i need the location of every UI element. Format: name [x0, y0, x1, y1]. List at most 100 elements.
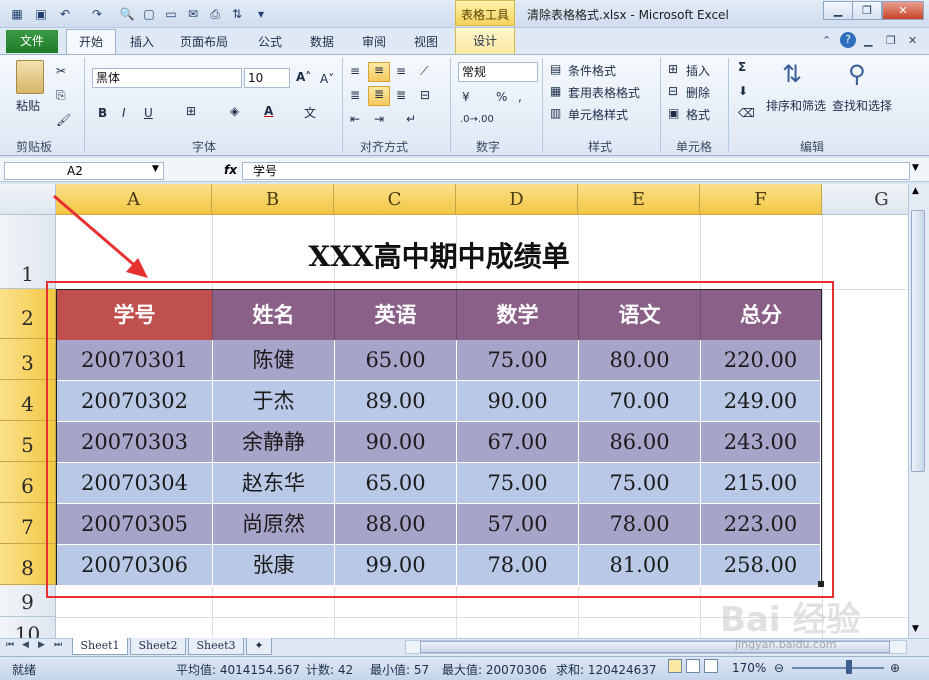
formula-input[interactable]: 学号	[242, 162, 910, 180]
decrease-indent-icon[interactable]: ⇤	[350, 112, 360, 126]
align-right-icon[interactable]: ≣	[396, 88, 406, 102]
align-center-icon[interactable]: ≣	[368, 86, 390, 106]
sheet-title-cell[interactable]: XXX高中期中成绩单	[56, 215, 822, 289]
format-cells-button[interactable]: 格式	[686, 106, 710, 123]
delete-cells-button[interactable]: 删除	[686, 84, 710, 101]
new-file-icon[interactable]: ▢	[140, 5, 158, 23]
vertical-scroll-thumb[interactable]	[911, 210, 925, 472]
fill-icon[interactable]: ⬇	[738, 84, 748, 98]
mail-icon[interactable]: ✉	[184, 5, 202, 23]
normal-view-icon[interactable]	[668, 659, 682, 673]
increase-decimal-icon[interactable]: .0→.00	[460, 114, 494, 125]
page-break-view-icon[interactable]	[704, 659, 718, 673]
minimize-ribbon-icon[interactable]: ⌃	[822, 34, 831, 47]
insert-function-icon[interactable]: fx	[224, 163, 237, 177]
page-layout-view-icon[interactable]	[686, 659, 700, 673]
expand-formula-icon[interactable]: ▼	[912, 163, 919, 173]
column-header-F[interactable]: F	[700, 184, 822, 215]
percent-icon[interactable]: %	[496, 90, 507, 104]
font-color-icon[interactable]: A	[264, 104, 273, 118]
worksheet-grid[interactable]: A B C D E F G 1 2 3 4 5 6 7 8 9 10 XXX高中…	[0, 184, 908, 638]
name-box-dropdown-icon[interactable]: ▼	[152, 164, 159, 174]
undo-icon[interactable]: ↶	[56, 5, 74, 23]
name-box[interactable]: A2	[4, 162, 164, 180]
zoom-out-icon[interactable]: ⊖	[774, 661, 784, 675]
bold-button[interactable]: B	[98, 106, 107, 120]
open-folder-icon[interactable]: ▭	[162, 5, 180, 23]
restore-button[interactable]: ❐	[852, 1, 882, 20]
tab-review[interactable]: 审阅	[362, 33, 386, 50]
merge-center-icon[interactable]: ⊟	[420, 88, 430, 102]
zoom-slider-thumb[interactable]	[846, 660, 852, 674]
new-sheet-icon[interactable]: ✦	[246, 638, 272, 655]
first-sheet-icon[interactable]: ⏮	[6, 640, 14, 650]
font-size-select[interactable]: 10	[244, 68, 290, 88]
tab-view[interactable]: 视图	[414, 33, 438, 50]
italic-button[interactable]: I	[122, 106, 126, 120]
print-preview-icon[interactable]: 🔍	[118, 5, 136, 23]
orientation-icon[interactable]: ⟋	[420, 64, 428, 79]
column-header-B[interactable]: B	[212, 184, 334, 215]
next-sheet-icon[interactable]: ▶	[38, 640, 45, 650]
tab-data[interactable]: 数据	[310, 33, 334, 50]
paste-icon[interactable]	[16, 60, 44, 94]
sheet-tab-3[interactable]: Sheet3	[188, 638, 244, 655]
workbook-close-icon[interactable]: ✕	[908, 34, 917, 47]
cell-styles-button[interactable]: 单元格样式	[568, 106, 628, 123]
bottom-align-icon[interactable]: ≡	[396, 64, 406, 78]
last-sheet-icon[interactable]: ⏭	[54, 640, 62, 650]
zoom-slider-track[interactable]	[792, 667, 884, 669]
zoom-in-icon[interactable]: ⊕	[890, 661, 900, 675]
column-header-D[interactable]: D	[456, 184, 578, 215]
borders-icon[interactable]: ⊞	[186, 104, 196, 118]
sort-filter-button[interactable]: 排序和筛选	[766, 97, 826, 114]
cut-icon[interactable]: ✂	[56, 64, 66, 78]
sort-icon[interactable]: ⇅	[228, 5, 246, 23]
customize-toolbar-icon[interactable]: ▾	[252, 5, 270, 23]
row-header-10[interactable]: 10	[0, 617, 56, 638]
prev-sheet-icon[interactable]: ◀	[22, 640, 29, 650]
tab-insert[interactable]: 插入	[130, 33, 154, 50]
tab-page-layout[interactable]: 页面布局	[180, 33, 228, 50]
find-select-button[interactable]: 查找和选择	[832, 97, 892, 114]
minimize-button[interactable]: ▁	[823, 1, 853, 20]
tab-home[interactable]: 开始	[66, 29, 116, 55]
workbook-restore-icon[interactable]: ❐	[886, 34, 896, 47]
currency-icon[interactable]: ¥	[462, 90, 470, 104]
font-name-select[interactable]: 黑体	[92, 68, 242, 88]
close-button[interactable]: ✕	[882, 1, 924, 20]
top-align-icon[interactable]: ≡	[350, 64, 360, 78]
column-header-E[interactable]: E	[578, 184, 700, 215]
column-header-C[interactable]: C	[334, 184, 456, 215]
wrap-text-icon[interactable]: ↵	[406, 112, 416, 126]
underline-button[interactable]: U	[144, 106, 153, 120]
scroll-down-icon[interactable]: ▼	[912, 624, 919, 634]
clear-icon[interactable]: ⌫	[738, 106, 755, 120]
format-as-table-button[interactable]: 套用表格格式	[568, 84, 640, 101]
tab-design[interactable]: 设计	[455, 28, 515, 55]
insert-cells-button[interactable]: 插入	[686, 62, 710, 79]
number-format-select[interactable]: 常规	[458, 62, 538, 82]
copy-icon[interactable]: ⎘	[56, 88, 66, 103]
comma-style-icon[interactable]: ,	[518, 90, 522, 104]
excel-app-icon[interactable]: ▦	[8, 5, 26, 23]
phonetic-icon[interactable]: 文	[304, 104, 316, 121]
scroll-up-icon[interactable]: ▲	[912, 186, 919, 196]
zoom-level[interactable]: 170%	[732, 661, 766, 675]
increase-indent-icon[interactable]: ⇥	[374, 112, 384, 126]
sheet-tab-1[interactable]: Sheet1	[72, 638, 128, 655]
sheet-tab-2[interactable]: Sheet2	[130, 638, 186, 655]
align-left-icon[interactable]: ≣	[350, 88, 360, 102]
column-header-G[interactable]: G	[822, 184, 908, 215]
grow-font-icon[interactable]: A˄	[296, 70, 311, 84]
tab-formulas[interactable]: 公式	[258, 33, 282, 50]
middle-align-icon[interactable]: ≡	[368, 62, 390, 82]
shrink-font-icon[interactable]: A˅	[320, 72, 334, 86]
paste-button[interactable]: 粘贴	[16, 97, 40, 114]
format-painter-icon[interactable]: 🖌	[56, 113, 71, 127]
help-icon[interactable]: ?	[840, 32, 856, 48]
save-icon[interactable]: ▣	[32, 5, 50, 23]
autosum-icon[interactable]: Σ	[738, 60, 746, 74]
workbook-minimize-icon[interactable]: ▁	[864, 34, 872, 47]
fill-color-icon[interactable]: ◈	[230, 104, 239, 118]
